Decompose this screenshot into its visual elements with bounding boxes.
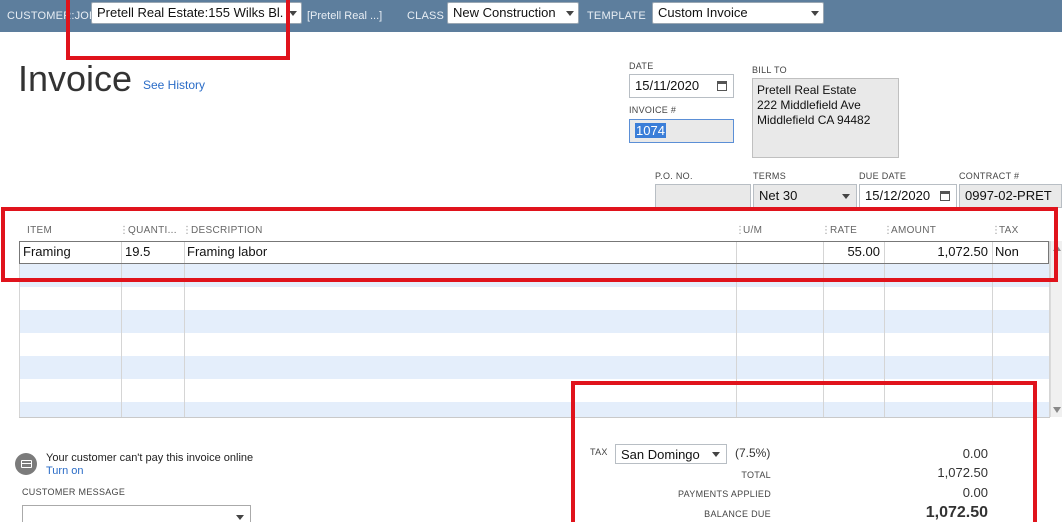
bill-to-address[interactable]: Pretell Real Estate 222 Middlefield Ave …	[752, 78, 899, 158]
invoice-number-label: INVOICE #	[629, 105, 677, 115]
chevron-down-icon	[289, 11, 297, 16]
bill-to-line: Middlefield CA 94482	[757, 113, 871, 127]
terms-value: Net 30	[759, 188, 798, 203]
due-date-field[interactable]: 15/12/2020	[859, 184, 957, 208]
bill-to-label: BILL TO	[752, 65, 787, 75]
highlight-box-customer-job	[66, 0, 290, 60]
terms-dropdown[interactable]: Net 30	[753, 184, 857, 208]
see-history-link[interactable]: See History	[143, 78, 205, 92]
bill-to-line: Pretell Real Estate	[757, 83, 857, 97]
scroll-down-icon[interactable]	[1053, 407, 1061, 413]
class-dropdown[interactable]: New Construction	[447, 2, 579, 24]
class-value: New Construction	[453, 5, 556, 20]
turn-on-link[interactable]: Turn on	[46, 465, 84, 477]
contract-number-field[interactable]: 0997-02-PRET	[959, 184, 1062, 208]
online-payment-message: Your customer can't pay this invoice onl…	[46, 452, 254, 464]
bill-to-line: 222 Middlefield Ave	[757, 98, 861, 112]
customer-job-hint: [Pretell Real ...]	[307, 10, 383, 22]
chevron-down-icon	[236, 515, 244, 520]
highlight-box-line-items	[1, 207, 1058, 282]
invoice-number-field[interactable]: 1074	[629, 119, 734, 143]
date-value: 15/11/2020	[635, 78, 700, 93]
credit-card-icon	[15, 453, 37, 475]
date-field[interactable]: 15/11/2020	[629, 74, 734, 98]
po-number-label: P.O. NO.	[655, 171, 693, 181]
highlight-box-totals	[571, 381, 1037, 522]
template-label: TEMPLATE	[587, 10, 646, 22]
table-row[interactable]	[19, 356, 1050, 379]
po-number-field[interactable]	[655, 184, 751, 208]
table-row[interactable]	[19, 333, 1050, 356]
calendar-icon[interactable]	[940, 191, 950, 201]
table-row[interactable]	[19, 287, 1050, 310]
due-date-label: DUE DATE	[859, 171, 907, 181]
contract-number-label: CONTRACT #	[959, 171, 1020, 181]
chevron-down-icon	[566, 11, 574, 16]
due-date-value: 15/12/2020	[865, 188, 931, 203]
class-label: CLASS	[407, 10, 445, 22]
customer-message-dropdown[interactable]	[22, 505, 251, 522]
customer-message-label: CUSTOMER MESSAGE	[22, 487, 126, 497]
template-dropdown[interactable]: Custom Invoice	[652, 2, 824, 24]
chevron-down-icon	[811, 11, 819, 16]
template-value: Custom Invoice	[658, 5, 748, 20]
table-row[interactable]	[19, 310, 1050, 333]
invoice-number-value: 1074	[635, 123, 666, 138]
chevron-down-icon	[842, 194, 850, 199]
page-title: Invoice	[18, 58, 133, 99]
calendar-icon[interactable]	[717, 81, 727, 91]
terms-label: TERMS	[753, 171, 786, 181]
date-label: DATE	[629, 61, 654, 71]
contract-number-value: 0997-02-PRET	[965, 188, 1052, 203]
